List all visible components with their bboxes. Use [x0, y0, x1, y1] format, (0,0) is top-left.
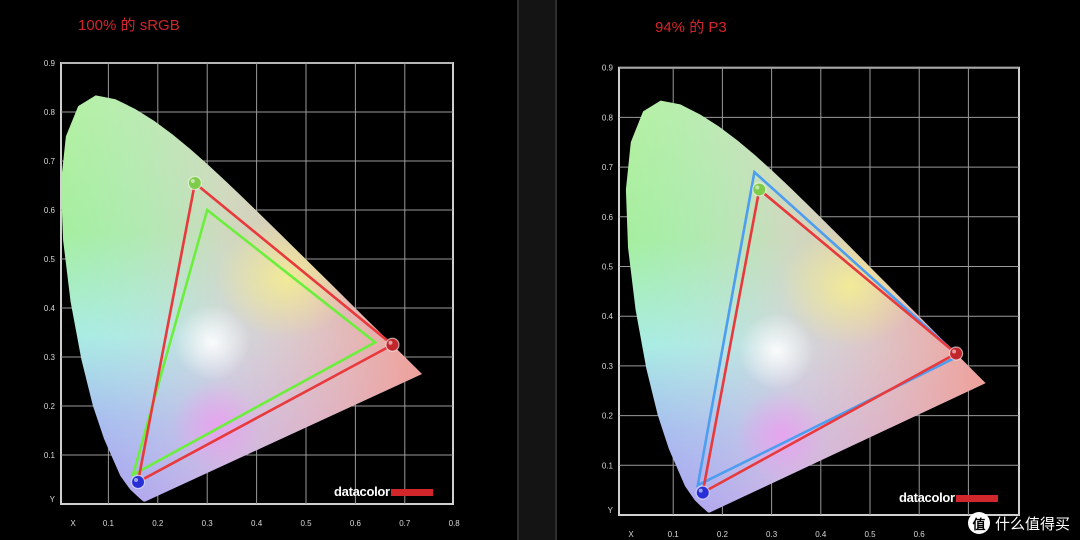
red-primary-point	[385, 337, 400, 352]
x-axis-label: X	[628, 530, 634, 539]
x-tick-label: 0.6	[350, 519, 362, 528]
x-tick-label: 0.6	[914, 530, 926, 539]
datacolor-logo-text: datacolor	[899, 490, 955, 505]
marker-highlight	[388, 340, 393, 345]
datacolor-logo-bar	[390, 489, 433, 497]
x-tick-label: 0.2	[717, 530, 729, 539]
srgb-chart-panel: 100% 的 sRGB 0.1 0.2 0.3 0.4 0.5 0.6 0.7 0.8 X 0.1…	[0, 0, 519, 540]
cie-horseshoe	[625, 100, 986, 513]
marker-highlight	[952, 349, 957, 354]
y-tick-label: 0.1	[602, 461, 614, 470]
datacolor-logo-bar	[955, 495, 998, 503]
green-primary-point	[752, 182, 767, 197]
datacolor-logo-text: datacolor	[334, 484, 390, 499]
x-axis-label: X	[70, 519, 76, 528]
x-tick-label: 0.1	[668, 530, 680, 539]
y-tick-label: 0.3	[602, 362, 614, 371]
y-tick-label: 0.4	[44, 304, 56, 313]
x-tick-label: 0.8	[449, 519, 461, 528]
watermark-badge-icon: 值	[967, 512, 990, 534]
cie-horseshoe	[60, 95, 422, 502]
panel-divider	[519, 0, 555, 540]
datacolor-logo: datacolor	[899, 490, 998, 505]
y-tick-label: 0.9	[44, 59, 56, 68]
x-tick-label: 0.7	[399, 519, 411, 528]
y-tick-label: 0.7	[602, 163, 614, 172]
y-tick-label: 0.8	[44, 108, 56, 117]
watermark: 值 什么值得买	[967, 512, 1070, 534]
marker-highlight	[134, 477, 139, 482]
x-tick-label: 0.5	[864, 530, 876, 539]
x-tick-label: 0.1	[103, 519, 115, 528]
blue-primary-point	[130, 474, 146, 490]
y-tick-label: 0.3	[44, 353, 56, 362]
y-tick-label: 0.6	[44, 206, 56, 215]
p3-chart-panel: 94% 的 P3 0.1 0.2 0.3 0.4 0.5 0.6 X 0.1 0.2 0.3 0.4…	[555, 0, 1080, 540]
x-tick-label: 0.3	[202, 519, 214, 528]
y-tick-label: 0.7	[44, 157, 56, 166]
marker-highlight	[755, 185, 760, 190]
y-tick-label: 0.5	[602, 263, 614, 272]
y-tick-label: 0.5	[44, 255, 56, 264]
y-tick-label: 0.2	[44, 402, 56, 411]
y-axis-label: Y	[50, 495, 56, 504]
marker-highlight	[190, 179, 195, 184]
srgb-gamut-chart: 0.1 0.2 0.3 0.4 0.5 0.6 0.7 0.8 X 0.1 0.2 0.3 0.4 0.5…	[44, 59, 461, 528]
x-tick-label: 0.5	[300, 519, 312, 528]
white-point-glow	[738, 312, 815, 389]
datacolor-logo: datacolor	[334, 484, 433, 499]
x-tick-label: 0.2	[152, 519, 164, 528]
blue-primary-point	[695, 485, 710, 500]
marker-highlight	[698, 488, 703, 493]
y-tick-label: 0.2	[602, 412, 614, 421]
y-tick-label: 0.8	[602, 113, 614, 122]
y-tick-label: 0.6	[602, 213, 614, 222]
y-axis-label: Y	[608, 506, 614, 515]
red-primary-point	[949, 346, 964, 361]
x-tick-label: 0.4	[815, 530, 827, 539]
y-tick-label: 0.1	[44, 451, 56, 460]
x-tick-label: 0.3	[766, 530, 778, 539]
green-primary-point	[187, 175, 202, 191]
p3-gamut-chart: 0.1 0.2 0.3 0.4 0.5 0.6 X 0.1 0.2 0.3 0.4 0.5 0.6 0.7…	[602, 64, 1020, 539]
watermark-text: 什么值得买	[994, 514, 1070, 533]
y-tick-label: 0.9	[602, 64, 614, 73]
white-point-glow	[174, 304, 251, 381]
y-tick-label: 0.4	[602, 312, 614, 321]
x-tick-label: 0.4	[251, 519, 263, 528]
